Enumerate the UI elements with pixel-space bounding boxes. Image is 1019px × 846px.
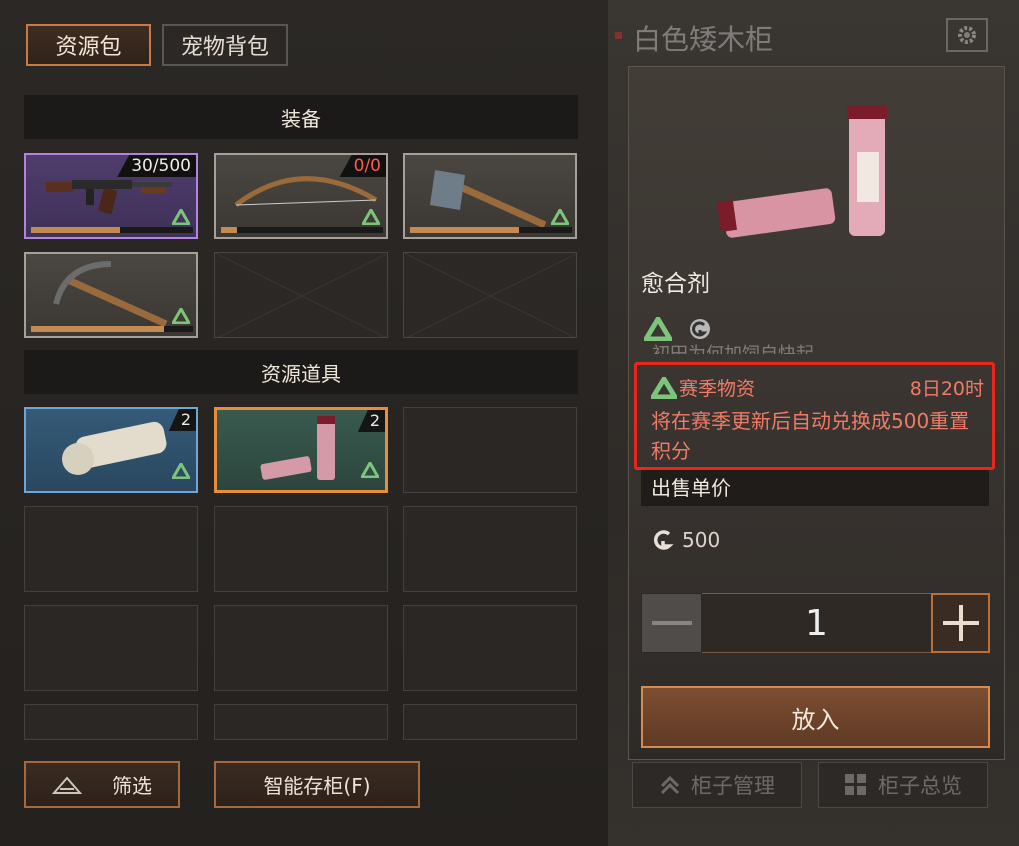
chevron-up-icon bbox=[660, 775, 680, 795]
season-icon bbox=[361, 462, 379, 478]
plus-icon bbox=[942, 605, 979, 641]
cabinet-title: 白色矮木柜 bbox=[633, 23, 774, 56]
quantity-stepper: 1 bbox=[641, 593, 990, 653]
price-value: 500 bbox=[682, 528, 721, 552]
equipment-slot-ak-rifle[interactable]: 30/500 bbox=[24, 153, 198, 239]
cabinet-manage-button[interactable]: 柜子管理 bbox=[632, 762, 802, 808]
equipment-slot-axe[interactable] bbox=[403, 153, 577, 239]
season-icon bbox=[172, 308, 190, 324]
durability-bar bbox=[31, 227, 193, 233]
equipment-slot-pickaxe[interactable] bbox=[24, 252, 198, 338]
grid-icon bbox=[845, 774, 866, 795]
season-icon bbox=[651, 376, 677, 399]
empty-resource-slot[interactable] bbox=[403, 407, 577, 493]
empty-resource-slot[interactable] bbox=[403, 506, 577, 592]
resource-slot-healing-liquid[interactable]: 2 bbox=[214, 407, 388, 493]
price-header: 出售单价 bbox=[641, 470, 989, 506]
empty-resource-slot[interactable] bbox=[403, 605, 577, 691]
empty-resource-slot[interactable] bbox=[24, 605, 198, 691]
resource-slot-bandage[interactable]: 2 bbox=[24, 407, 198, 493]
season-info: 赛季物资 8日20时 bbox=[651, 374, 984, 401]
section-equipment-header: 装备 bbox=[24, 95, 578, 139]
equipment-slot-bow[interactable]: 0/0 bbox=[214, 153, 388, 239]
cabinet-overview-label: 柜子总览 bbox=[878, 774, 962, 798]
coin-icon bbox=[653, 530, 674, 550]
durability-bar bbox=[221, 227, 383, 233]
empty-resource-slot[interactable] bbox=[214, 506, 388, 592]
minus-icon bbox=[651, 621, 692, 625]
season-description: 将在赛季更新后自动兑换成500重置积分 bbox=[651, 409, 970, 463]
season-icon bbox=[172, 209, 190, 225]
season-timer: 8日20时 bbox=[909, 378, 984, 400]
empty-resource-slot[interactable] bbox=[403, 704, 577, 740]
filter-icon bbox=[52, 775, 82, 794]
empty-resource-slot[interactable] bbox=[214, 605, 388, 691]
locked-equipment-slot bbox=[214, 252, 388, 338]
season-label: 赛季物资 bbox=[679, 378, 756, 400]
season-icon bbox=[644, 317, 672, 341]
empty-resource-slot[interactable] bbox=[214, 704, 388, 740]
obscured-text: 初田为何加饲自快起 bbox=[652, 340, 814, 354]
item-badges bbox=[644, 317, 714, 341]
season-icon bbox=[551, 209, 569, 225]
gear-icon bbox=[958, 26, 976, 44]
ammo-count: 30/500 bbox=[117, 155, 196, 177]
section-resources-header: 资源道具 bbox=[24, 350, 578, 394]
filter-button[interactable]: 筛选 bbox=[24, 761, 180, 808]
durability-bar bbox=[31, 326, 193, 332]
decrease-button[interactable] bbox=[641, 593, 702, 653]
tab-pet-backpack[interactable]: 宠物背包 bbox=[162, 24, 288, 66]
quantity-input[interactable]: 1 bbox=[702, 593, 931, 653]
locked-equipment-slot bbox=[403, 252, 577, 338]
durability-bar bbox=[410, 227, 572, 233]
smart-store-button[interactable]: 智能存柜(F) bbox=[214, 761, 420, 808]
cabinet-manage-label: 柜子管理 bbox=[691, 774, 775, 798]
filter-label: 筛选 bbox=[112, 774, 152, 798]
bandage-icon bbox=[62, 421, 167, 475]
empty-resource-slot[interactable] bbox=[24, 704, 198, 740]
currency-badge-icon bbox=[690, 319, 710, 339]
put-in-button[interactable]: 放入 bbox=[641, 686, 990, 748]
season-icon bbox=[172, 463, 190, 479]
season-icon bbox=[362, 209, 380, 225]
cabinet-overview-button[interactable]: 柜子总览 bbox=[818, 762, 988, 808]
healing-liquid-preview-icon bbox=[716, 105, 887, 238]
item-name: 愈合剂 bbox=[641, 271, 710, 297]
empty-resource-slot[interactable] bbox=[24, 506, 198, 592]
increase-button[interactable] bbox=[931, 593, 990, 653]
cabinet-marker bbox=[615, 32, 622, 39]
price-row: 500 bbox=[652, 528, 720, 552]
tab-resource-pack[interactable]: 资源包 bbox=[26, 24, 151, 66]
settings-button[interactable] bbox=[946, 18, 988, 52]
